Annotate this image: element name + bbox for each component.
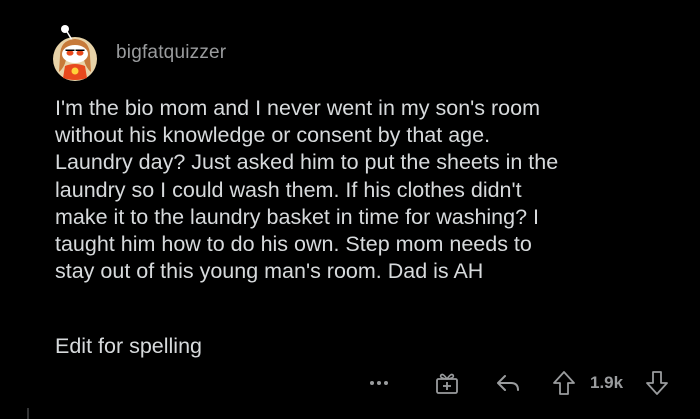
more-options-icon <box>370 381 388 385</box>
award-icon <box>436 373 458 394</box>
user-avatar-icon[interactable] <box>50 24 100 82</box>
downvote-button[interactable] <box>643 366 671 400</box>
reply-button[interactable] <box>494 366 522 400</box>
upvote-icon <box>553 371 575 395</box>
comment-edit-note: Edit for spelling <box>55 334 202 358</box>
comment-action-bar: 1.9k <box>360 366 680 400</box>
award-button[interactable] <box>432 366 462 400</box>
vote-score: 1.9k <box>590 373 624 392</box>
comment: bigfatquizzer I'm the bio mom and I neve… <box>0 0 700 419</box>
comment-body: I'm the bio mom and I never went in my s… <box>55 96 559 284</box>
thread-line[interactable] <box>27 408 29 419</box>
downvote-icon <box>646 371 668 395</box>
upvote-button[interactable] <box>550 366 578 400</box>
more-options-button[interactable] <box>364 366 394 400</box>
comment-author[interactable]: bigfatquizzer <box>116 42 226 64</box>
reply-icon <box>497 375 519 391</box>
